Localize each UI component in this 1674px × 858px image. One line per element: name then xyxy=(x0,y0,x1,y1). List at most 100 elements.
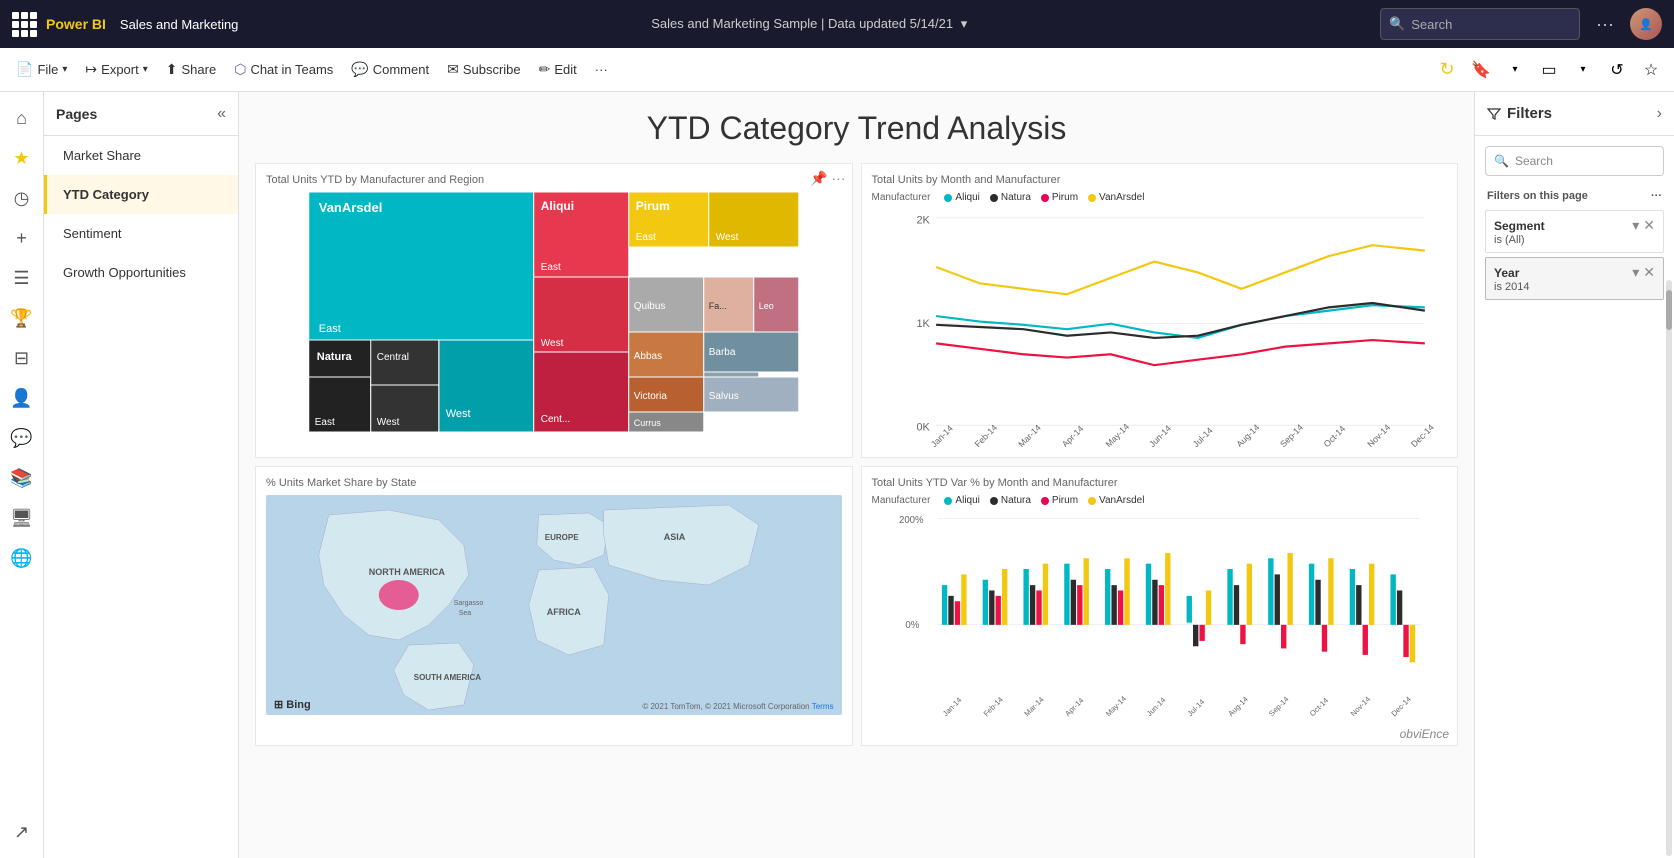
sidebar-monitor[interactable]: 🖥 xyxy=(4,500,40,536)
filter-segment-clear[interactable]: ✕ xyxy=(1643,217,1655,234)
pin-icon[interactable]: 📌 xyxy=(810,170,827,187)
sidebar-apps[interactable]: ⊟ xyxy=(4,340,40,376)
filter-icon xyxy=(1487,107,1501,121)
svg-text:Feb-14: Feb-14 xyxy=(972,422,999,447)
bookmark-chevron[interactable]: ▾ xyxy=(1500,55,1530,85)
svg-text:Abbas: Abbas xyxy=(634,351,662,362)
cmdbar-right: ↻ 🔖 ▾ ▭ ▾ ↺ ☆ xyxy=(1432,55,1666,85)
svg-text:Mar-14: Mar-14 xyxy=(1022,695,1045,718)
waffle-menu[interactable] xyxy=(12,12,36,36)
share-button[interactable]: ⬆ Share xyxy=(158,57,224,82)
pirum-dot xyxy=(1041,194,1049,202)
topbar-search[interactable]: 🔍 Search xyxy=(1380,8,1580,40)
svg-text:Apr-14: Apr-14 xyxy=(1059,423,1085,447)
page-sentiment[interactable]: Sentiment xyxy=(44,214,238,253)
sidebar-learn[interactable]: 📚 xyxy=(4,460,40,496)
line-chart: 2K 1K 0K xyxy=(872,207,1448,447)
sidebar-global[interactable]: 🌐 xyxy=(4,540,40,576)
sidebar-people[interactable]: 👤 xyxy=(4,380,40,416)
page-growth-opportunities[interactable]: Growth Opportunities xyxy=(44,253,238,292)
chat-teams-label: Chat in Teams xyxy=(250,62,333,77)
favorite-button[interactable]: ☆ xyxy=(1636,55,1666,85)
filters-title-text: Filters xyxy=(1507,105,1552,122)
svg-text:NORTH AMERICA: NORTH AMERICA xyxy=(369,567,446,577)
report-title-bar: Sales and Marketing Sample | Data update… xyxy=(248,16,1370,32)
filter-year[interactable]: Year ▾ ✕ is 2014 xyxy=(1485,257,1664,300)
file-button[interactable]: 📄 File ▾ xyxy=(8,57,75,82)
pages-collapse-button[interactable]: « xyxy=(217,105,226,123)
main-layout: ⌂ ★ ◷ + ☰ 🏆 ⊟ 👤 💬 📚 🖥 🌐 ↗ Pages « Market… xyxy=(0,92,1674,858)
subscribe-icon: ✉ xyxy=(447,61,459,78)
svg-text:1K: 1K xyxy=(916,318,930,330)
chat-teams-button[interactable]: ⬡ Chat in Teams xyxy=(226,57,341,82)
legend-vanarsdel: VanArsdel xyxy=(1088,192,1144,203)
svg-text:200%: 200% xyxy=(898,515,923,526)
pirum-label: Pirum xyxy=(1052,192,1078,203)
user-avatar[interactable]: 👤 xyxy=(1630,8,1662,40)
page-ytd-category[interactable]: YTD Category xyxy=(44,175,238,214)
treemap-svg: VanArsdel East Central West Aliqui East xyxy=(266,192,842,432)
svg-text:Aug-14: Aug-14 xyxy=(1226,695,1249,718)
bar-aliqui-dot xyxy=(944,497,952,505)
bing-logo: ⊞ Bing xyxy=(274,698,311,711)
svg-text:Nov-14: Nov-14 xyxy=(1365,422,1392,447)
svg-text:SOUTH AMERICA: SOUTH AMERICA xyxy=(414,673,481,682)
comment-button[interactable]: 💬 Comment xyxy=(343,57,437,82)
bar-natura-dot xyxy=(990,497,998,505)
svg-text:Barba: Barba xyxy=(709,347,736,358)
svg-text:Jun-14: Jun-14 xyxy=(1144,696,1167,719)
svg-text:Jan-14: Jan-14 xyxy=(928,423,954,447)
content-scroll[interactable]: YTD Category Trend Analysis Total Units … xyxy=(239,92,1474,858)
sidebar-external[interactable]: ↗ xyxy=(4,814,40,850)
sidebar-create[interactable]: + xyxy=(4,220,40,256)
legend-aliqui: Aliqui xyxy=(944,192,979,203)
sidebar-home[interactable]: ⌂ xyxy=(4,100,40,136)
topbar: Power BI Sales and Marketing Sales and M… xyxy=(0,0,1674,48)
bookmark-button[interactable]: 🔖 xyxy=(1466,55,1496,85)
bar-natura-label: Natura xyxy=(1001,495,1031,506)
refresh-button[interactable]: ↻ xyxy=(1432,55,1462,85)
export-button[interactable]: ↦ Export ▾ xyxy=(77,57,155,82)
more-button[interactable]: ··· xyxy=(587,58,616,81)
filters-expand-button[interactable]: › xyxy=(1657,105,1662,123)
treemap-panel: Total Units YTD by Manufacturer and Regi… xyxy=(255,163,853,458)
natura-dot xyxy=(990,194,998,202)
svg-text:East: East xyxy=(315,417,335,428)
treemap-more[interactable]: ··· xyxy=(832,170,846,187)
svg-text:Fa...: Fa... xyxy=(709,301,727,311)
svg-text:Natura: Natura xyxy=(317,351,353,363)
file-chevron: ▾ xyxy=(62,64,67,75)
filter-year-header: Year ▾ ✕ xyxy=(1494,264,1655,281)
title-chevron[interactable]: ▾ xyxy=(961,16,968,31)
view-chevron[interactable]: ▾ xyxy=(1568,55,1598,85)
filters-search[interactable]: 🔍 Search xyxy=(1485,146,1664,176)
filter-segment-chevron[interactable]: ▾ xyxy=(1632,217,1639,234)
map-panel: % Units Market Share by State xyxy=(255,466,853,746)
svg-text:Leo: Leo xyxy=(759,301,774,311)
sidebar-recent[interactable]: ◷ xyxy=(4,180,40,216)
svg-text:Central: Central xyxy=(377,352,409,363)
sidebar-starred[interactable]: ★ xyxy=(4,140,40,176)
filters-more-button[interactable]: ··· xyxy=(1651,190,1662,202)
filter-segment[interactable]: Segment ▾ ✕ is (All) xyxy=(1485,210,1664,253)
bar-chart-legend: Manufacturer Aliqui Natura Pirum xyxy=(872,495,1448,506)
edit-button[interactable]: ✏ Edit xyxy=(531,57,585,82)
filter-year-chevron[interactable]: ▾ xyxy=(1632,264,1639,281)
svg-text:VanArsdel: VanArsdel xyxy=(319,200,383,215)
filters-scrollbar[interactable] xyxy=(1666,280,1672,856)
svg-text:Aliqui: Aliqui xyxy=(541,199,574,213)
subscribe-button[interactable]: ✉ Subscribe xyxy=(439,57,529,82)
sidebar-trophy[interactable]: 🏆 xyxy=(4,300,40,336)
topbar-more-button[interactable]: ··· xyxy=(1590,14,1620,35)
svg-text:West: West xyxy=(716,232,739,243)
reset-button[interactable]: ↺ xyxy=(1602,55,1632,85)
line-chart-legend: Manufacturer Aliqui Natura Pirum xyxy=(872,192,1448,203)
sidebar-chat[interactable]: 💬 xyxy=(4,420,40,456)
page-market-share[interactable]: Market Share xyxy=(44,136,238,175)
filter-year-clear[interactable]: ✕ xyxy=(1643,264,1655,281)
svg-text:0K: 0K xyxy=(916,422,930,434)
sidebar-browse[interactable]: ☰ xyxy=(4,260,40,296)
view-button[interactable]: ▭ xyxy=(1534,55,1564,85)
map-chart[interactable]: NORTH AMERICA EUROPE ASIA AFRICA SOUTH A… xyxy=(266,495,842,715)
map-terms-link[interactable]: Terms xyxy=(812,702,834,711)
